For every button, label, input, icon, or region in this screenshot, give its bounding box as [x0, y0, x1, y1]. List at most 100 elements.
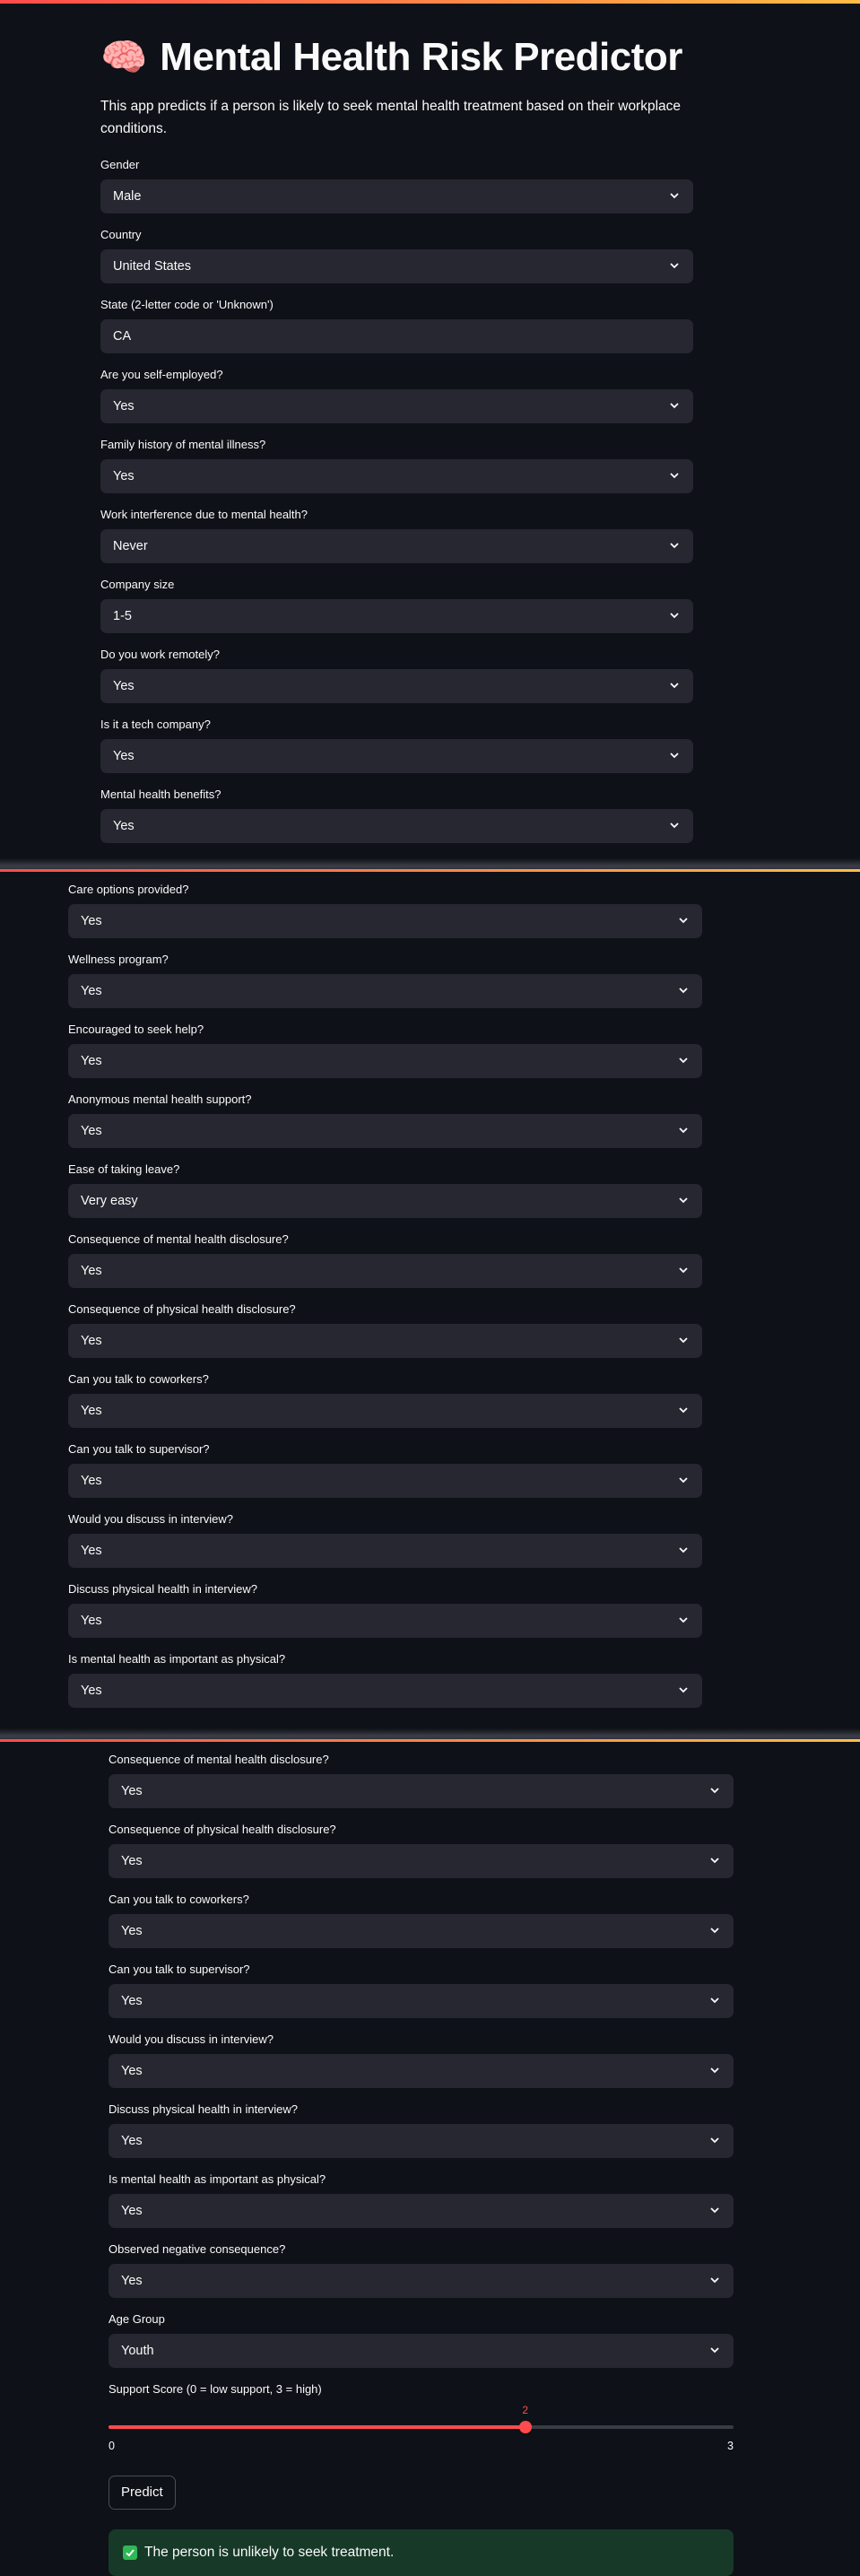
selected-value: Yes	[121, 2204, 143, 2218]
selected-value: Yes	[81, 914, 102, 928]
selected-value: Yes	[113, 469, 135, 483]
slider-current-value: 2	[522, 2404, 529, 2416]
select-can-you-talk-to-supervisor[interactable]: Yes	[109, 1984, 734, 2018]
select-family-history-of-mental-illness[interactable]: Yes	[100, 459, 693, 493]
field-wellness-program: Wellness program? Yes	[68, 951, 702, 1008]
field-would-you-discuss-in-interview: Would you discuss in interview? Yes	[109, 2031, 734, 2088]
select-gender[interactable]: Male	[100, 179, 693, 213]
field-work-interference-due-to-mental-health: Work interference due to mental health? N…	[100, 506, 693, 563]
slider-thumb[interactable]	[518, 2421, 532, 2433]
field-label: Age Group	[109, 2312, 165, 2326]
support-score-slider-field: Support Score (0 = low support, 3 = high…	[109, 2380, 734, 2467]
select-are-you-self-employed[interactable]: Yes	[100, 389, 693, 423]
selected-value: Never	[113, 539, 148, 553]
field-label: Wellness program?	[68, 953, 169, 966]
field-label: Consequence of physical health disclosur…	[68, 1302, 296, 1316]
selected-value: Yes	[81, 1614, 102, 1628]
field-label: Country	[100, 228, 142, 241]
field-label: Can you talk to coworkers?	[109, 1893, 249, 1906]
state-input[interactable]: CA	[100, 319, 693, 353]
form-fields-3: Consequence of mental health disclosure?…	[109, 1751, 734, 2368]
select-do-you-work-remotely[interactable]: Yes	[100, 669, 693, 703]
field-consequence-of-mental-health-disclosure: Consequence of mental health disclosure?…	[68, 1231, 702, 1288]
selected-value: Yes	[121, 2134, 143, 2148]
slider-min: 0	[109, 2440, 115, 2452]
select-would-you-discuss-in-interview[interactable]: Yes	[109, 2054, 734, 2088]
select-consequence-of-mental-health-disclosure[interactable]: Yes	[68, 1254, 702, 1288]
selected-value: United States	[113, 259, 192, 274]
screen-section-3: Consequence of mental health disclosure?…	[0, 1742, 860, 2576]
field-is-it-a-tech-company: Is it a tech company? Yes	[100, 716, 693, 773]
selected-value: Yes	[81, 1054, 102, 1068]
select-wellness-program[interactable]: Yes	[68, 974, 702, 1008]
selected-value: Yes	[113, 749, 135, 763]
field-state-2-letter-code-or-unknown: State (2-letter code or 'Unknown') CA	[100, 296, 693, 353]
select-can-you-talk-to-supervisor[interactable]: Yes	[68, 1464, 702, 1498]
field-mental-health-benefits: Mental health benefits? Yes	[100, 786, 693, 843]
field-family-history-of-mental-illness: Family history of mental illness? Yes	[100, 436, 693, 493]
select-discuss-physical-health-in-interview[interactable]: Yes	[109, 2124, 734, 2158]
field-would-you-discuss-in-interview: Would you discuss in interview? Yes	[68, 1510, 702, 1568]
selected-value: Yes	[113, 819, 135, 833]
selected-value: Yes	[121, 2274, 143, 2288]
form-column-1: 🧠 Mental Health Risk Predictor This app …	[100, 30, 693, 843]
field-label: Can you talk to supervisor?	[68, 1442, 210, 1456]
field-label: Discuss physical health in interview?	[109, 2102, 298, 2116]
select-is-it-a-tech-company[interactable]: Yes	[100, 739, 693, 773]
select-age-group[interactable]: Youth	[109, 2334, 734, 2368]
field-label: Care options provided?	[68, 883, 189, 896]
field-label: Consequence of mental health disclosure?	[68, 1232, 289, 1246]
field-label: State (2-letter code or 'Unknown')	[100, 298, 274, 311]
slider-max: 3	[727, 2440, 734, 2452]
field-label: Mental health benefits?	[100, 788, 222, 801]
page-title-text: Mental Health Risk Predictor	[160, 35, 682, 79]
select-is-mental-health-as-important-as-physical[interactable]: Yes	[109, 2194, 734, 2228]
field-label: Do you work remotely?	[100, 648, 220, 661]
slider-label: Support Score (0 = low support, 3 = high…	[109, 2382, 322, 2396]
field-country: Country United States	[100, 226, 693, 283]
selected-value: Yes	[81, 1684, 102, 1698]
field-consequence-of-physical-health-disclosure: Consequence of physical health disclosur…	[68, 1301, 702, 1358]
select-discuss-physical-health-in-interview[interactable]: Yes	[68, 1604, 702, 1638]
field-is-mental-health-as-important-as-physical: Is mental health as important as physica…	[109, 2171, 734, 2228]
selected-value: Male	[113, 189, 142, 204]
field-label: Is mental health as important as physica…	[109, 2172, 326, 2186]
select-is-mental-health-as-important-as-physical[interactable]: Yes	[68, 1674, 702, 1708]
field-can-you-talk-to-supervisor: Can you talk to supervisor? Yes	[109, 1961, 734, 2018]
select-ease-of-taking-leave[interactable]: Very easy	[68, 1184, 702, 1218]
select-can-you-talk-to-coworkers[interactable]: Yes	[68, 1394, 702, 1428]
field-label: Family history of mental illness?	[100, 438, 266, 451]
select-encouraged-to-seek-help[interactable]: Yes	[68, 1044, 702, 1078]
check-icon	[123, 2546, 137, 2560]
selected-value: Yes	[113, 679, 135, 693]
select-mental-health-benefits[interactable]: Yes	[100, 809, 693, 843]
select-company-size[interactable]: 1-5	[100, 599, 693, 633]
field-label: Observed negative consequence?	[109, 2242, 286, 2256]
select-can-you-talk-to-coworkers[interactable]: Yes	[109, 1914, 734, 1948]
select-work-interference-due-to-mental-health[interactable]: Never	[100, 529, 693, 563]
support-score-slider[interactable]: 2 0 3	[109, 2404, 734, 2467]
predict-button[interactable]: Predict	[109, 2476, 176, 2510]
selected-value: Youth	[121, 2344, 154, 2358]
select-consequence-of-mental-health-disclosure[interactable]: Yes	[109, 1774, 734, 1808]
select-anonymous-mental-health-support[interactable]: Yes	[68, 1114, 702, 1148]
selected-value: Yes	[81, 1544, 102, 1558]
select-consequence-of-physical-health-disclosure[interactable]: Yes	[109, 1844, 734, 1878]
selected-value: Yes	[81, 1404, 102, 1418]
select-country[interactable]: United States	[100, 249, 693, 283]
select-care-options-provided[interactable]: Yes	[68, 904, 702, 938]
selected-value: Yes	[81, 1474, 102, 1488]
select-observed-negative-consequence[interactable]: Yes	[109, 2264, 734, 2298]
selected-value: Yes	[121, 1994, 143, 2008]
field-is-mental-health-as-important-as-physical: Is mental health as important as physica…	[68, 1650, 702, 1708]
field-label: Consequence of physical health disclosur…	[109, 1823, 336, 1836]
field-label: Would you discuss in interview?	[68, 1512, 234, 1526]
selected-value: Yes	[81, 1124, 102, 1138]
result-text: The person is unlikely to seek treatment…	[144, 2545, 395, 2560]
field-company-size: Company size 1-5	[100, 576, 693, 633]
form-column-3: Consequence of mental health disclosure?…	[109, 1742, 734, 2576]
select-would-you-discuss-in-interview[interactable]: Yes	[68, 1534, 702, 1568]
field-label: Is mental health as important as physica…	[68, 1652, 286, 1666]
selected-value: Yes	[81, 1334, 102, 1348]
select-consequence-of-physical-health-disclosure[interactable]: Yes	[68, 1324, 702, 1358]
